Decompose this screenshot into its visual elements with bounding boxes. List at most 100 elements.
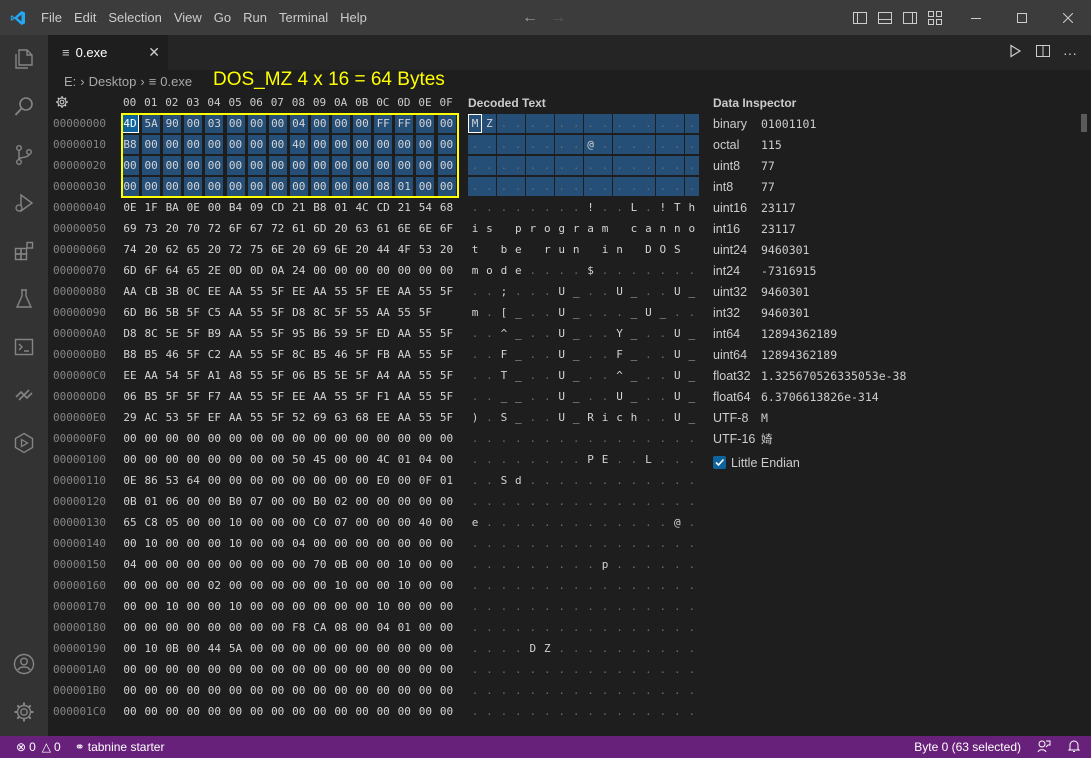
decoded-char[interactable]: . [468,177,482,196]
decoded-char[interactable]: . [482,156,497,175]
decoded-char[interactable]: . [627,660,641,679]
hex-byte[interactable]: 00 [353,261,371,280]
decoded-char[interactable]: . [511,114,526,133]
hex-byte[interactable]: EF [205,408,223,427]
decoded-char[interactable]: . [584,639,598,658]
hex-byte[interactable]: 00 [142,576,160,595]
decoded-char[interactable]: . [540,450,554,469]
hex-byte[interactable]: 55 [353,303,371,322]
hex-byte[interactable]: 00 [205,513,223,532]
decoded-char[interactable]: . [584,555,598,574]
hex-byte[interactable]: 00 [247,177,266,196]
hex-byte[interactable]: D8 [290,303,308,322]
decoded-char[interactable]: . [684,114,699,133]
hex-byte[interactable]: 44 [205,639,223,658]
decoded-char[interactable]: . [613,471,627,490]
hex-byte[interactable]: 00 [332,639,350,658]
decoded-char[interactable]: . [598,681,612,700]
decoded-char[interactable]: . [598,387,612,406]
hex-byte[interactable]: 20 [438,240,456,259]
hex-byte[interactable]: 63 [332,408,350,427]
decoded-char[interactable]: . [656,576,670,595]
hex-byte[interactable]: 0D [248,261,266,280]
decoded-char[interactable]: . [584,471,598,490]
scrollbar-thumb[interactable] [1081,114,1087,132]
hex-byte[interactable]: 00 [269,450,287,469]
hex-byte[interactable]: 5F [269,345,287,364]
decoded-char[interactable]: . [482,534,496,553]
hex-byte[interactable]: B6 [142,303,160,322]
hex-byte[interactable]: 00 [163,534,181,553]
hex-byte[interactable]: 00 [163,576,181,595]
hex-byte[interactable]: 00 [121,660,139,679]
decoded-char[interactable]: _ [511,408,525,427]
decoded-char[interactable]: . [641,135,656,154]
hex-byte[interactable]: 00 [353,156,372,175]
hex-byte[interactable]: 00 [290,429,308,448]
decoded-char[interactable]: . [685,471,699,490]
decoded-char[interactable]: . [555,450,569,469]
hex-byte[interactable]: 00 [227,702,245,721]
decoded-char[interactable]: . [584,366,598,385]
hex-byte[interactable]: 00 [227,618,245,637]
hex-byte[interactable]: 72 [205,219,223,238]
hex-byte[interactable]: 00 [121,639,139,658]
decoded-char[interactable]: . [613,303,627,322]
hex-byte[interactable]: 00 [226,156,245,175]
hex-byte[interactable]: 00 [121,597,139,616]
decoded-char[interactable]: . [555,429,569,448]
hex-byte[interactable]: 00 [268,114,287,133]
hex-byte[interactable]: 00 [416,639,434,658]
hex-byte[interactable]: 55 [248,387,266,406]
inspector-value[interactable]: 115 [761,138,782,152]
hex-byte[interactable]: 00 [416,534,434,553]
hex-byte[interactable]: 01 [438,471,456,490]
hex-byte[interactable]: 00 [227,450,245,469]
inspector-value[interactable]: M [761,411,768,425]
hex-byte[interactable]: 5F [269,366,287,385]
decoded-char[interactable]: . [655,156,670,175]
terminal-panel-icon[interactable] [0,323,48,371]
hex-byte[interactable]: 00 [416,156,435,175]
decoded-char[interactable]: . [598,597,612,616]
hex-byte[interactable]: 46 [332,345,350,364]
decoded-char[interactable]: . [685,429,699,448]
hex-byte[interactable]: C5 [205,303,223,322]
hex-byte[interactable]: 0A [269,261,287,280]
decoded-char[interactable]: . [555,702,569,721]
decoded-char[interactable]: . [555,639,569,658]
hex-byte[interactable]: 00 [248,450,266,469]
hex-byte[interactable]: 00 [269,429,287,448]
hex-byte[interactable]: 00 [184,555,202,574]
decoded-char[interactable]: . [656,366,670,385]
decoded-char[interactable]: . [613,702,627,721]
decoded-char[interactable]: . [497,639,511,658]
hex-byte[interactable]: B4 [227,198,245,217]
hex-byte[interactable]: 00 [353,618,371,637]
decoded-char[interactable]: L [641,450,655,469]
hex-byte[interactable]: 07 [332,513,350,532]
hex-byte[interactable]: 75 [248,240,266,259]
hex-byte[interactable]: 00 [247,135,266,154]
hex-byte[interactable]: 5F [438,366,456,385]
decoded-char[interactable]: S [497,408,511,427]
hex-byte[interactable]: AA [395,324,413,343]
decoded-char[interactable]: . [670,135,685,154]
hex-byte[interactable]: 00 [248,597,266,616]
hex-byte[interactable]: 6E [332,240,350,259]
decoded-char[interactable]: . [526,618,540,637]
decoded-char[interactable]: . [497,555,511,574]
hex-byte[interactable]: B5 [311,345,329,364]
hex-byte[interactable]: 00 [184,429,202,448]
hex-byte[interactable]: 5F [269,387,287,406]
hex-byte[interactable]: 5F [438,387,456,406]
decoded-char[interactable]: . [468,534,482,553]
decoded-char[interactable]: m [598,219,612,238]
decoded-char[interactable]: . [497,198,511,217]
decoded-char[interactable]: _ [627,387,641,406]
decoded-char[interactable]: . [656,513,670,532]
decoded-char[interactable]: . [656,555,670,574]
decoded-char[interactable]: h [627,408,641,427]
decoded-char[interactable]: . [641,576,655,595]
decoded-char[interactable]: o [540,219,554,238]
